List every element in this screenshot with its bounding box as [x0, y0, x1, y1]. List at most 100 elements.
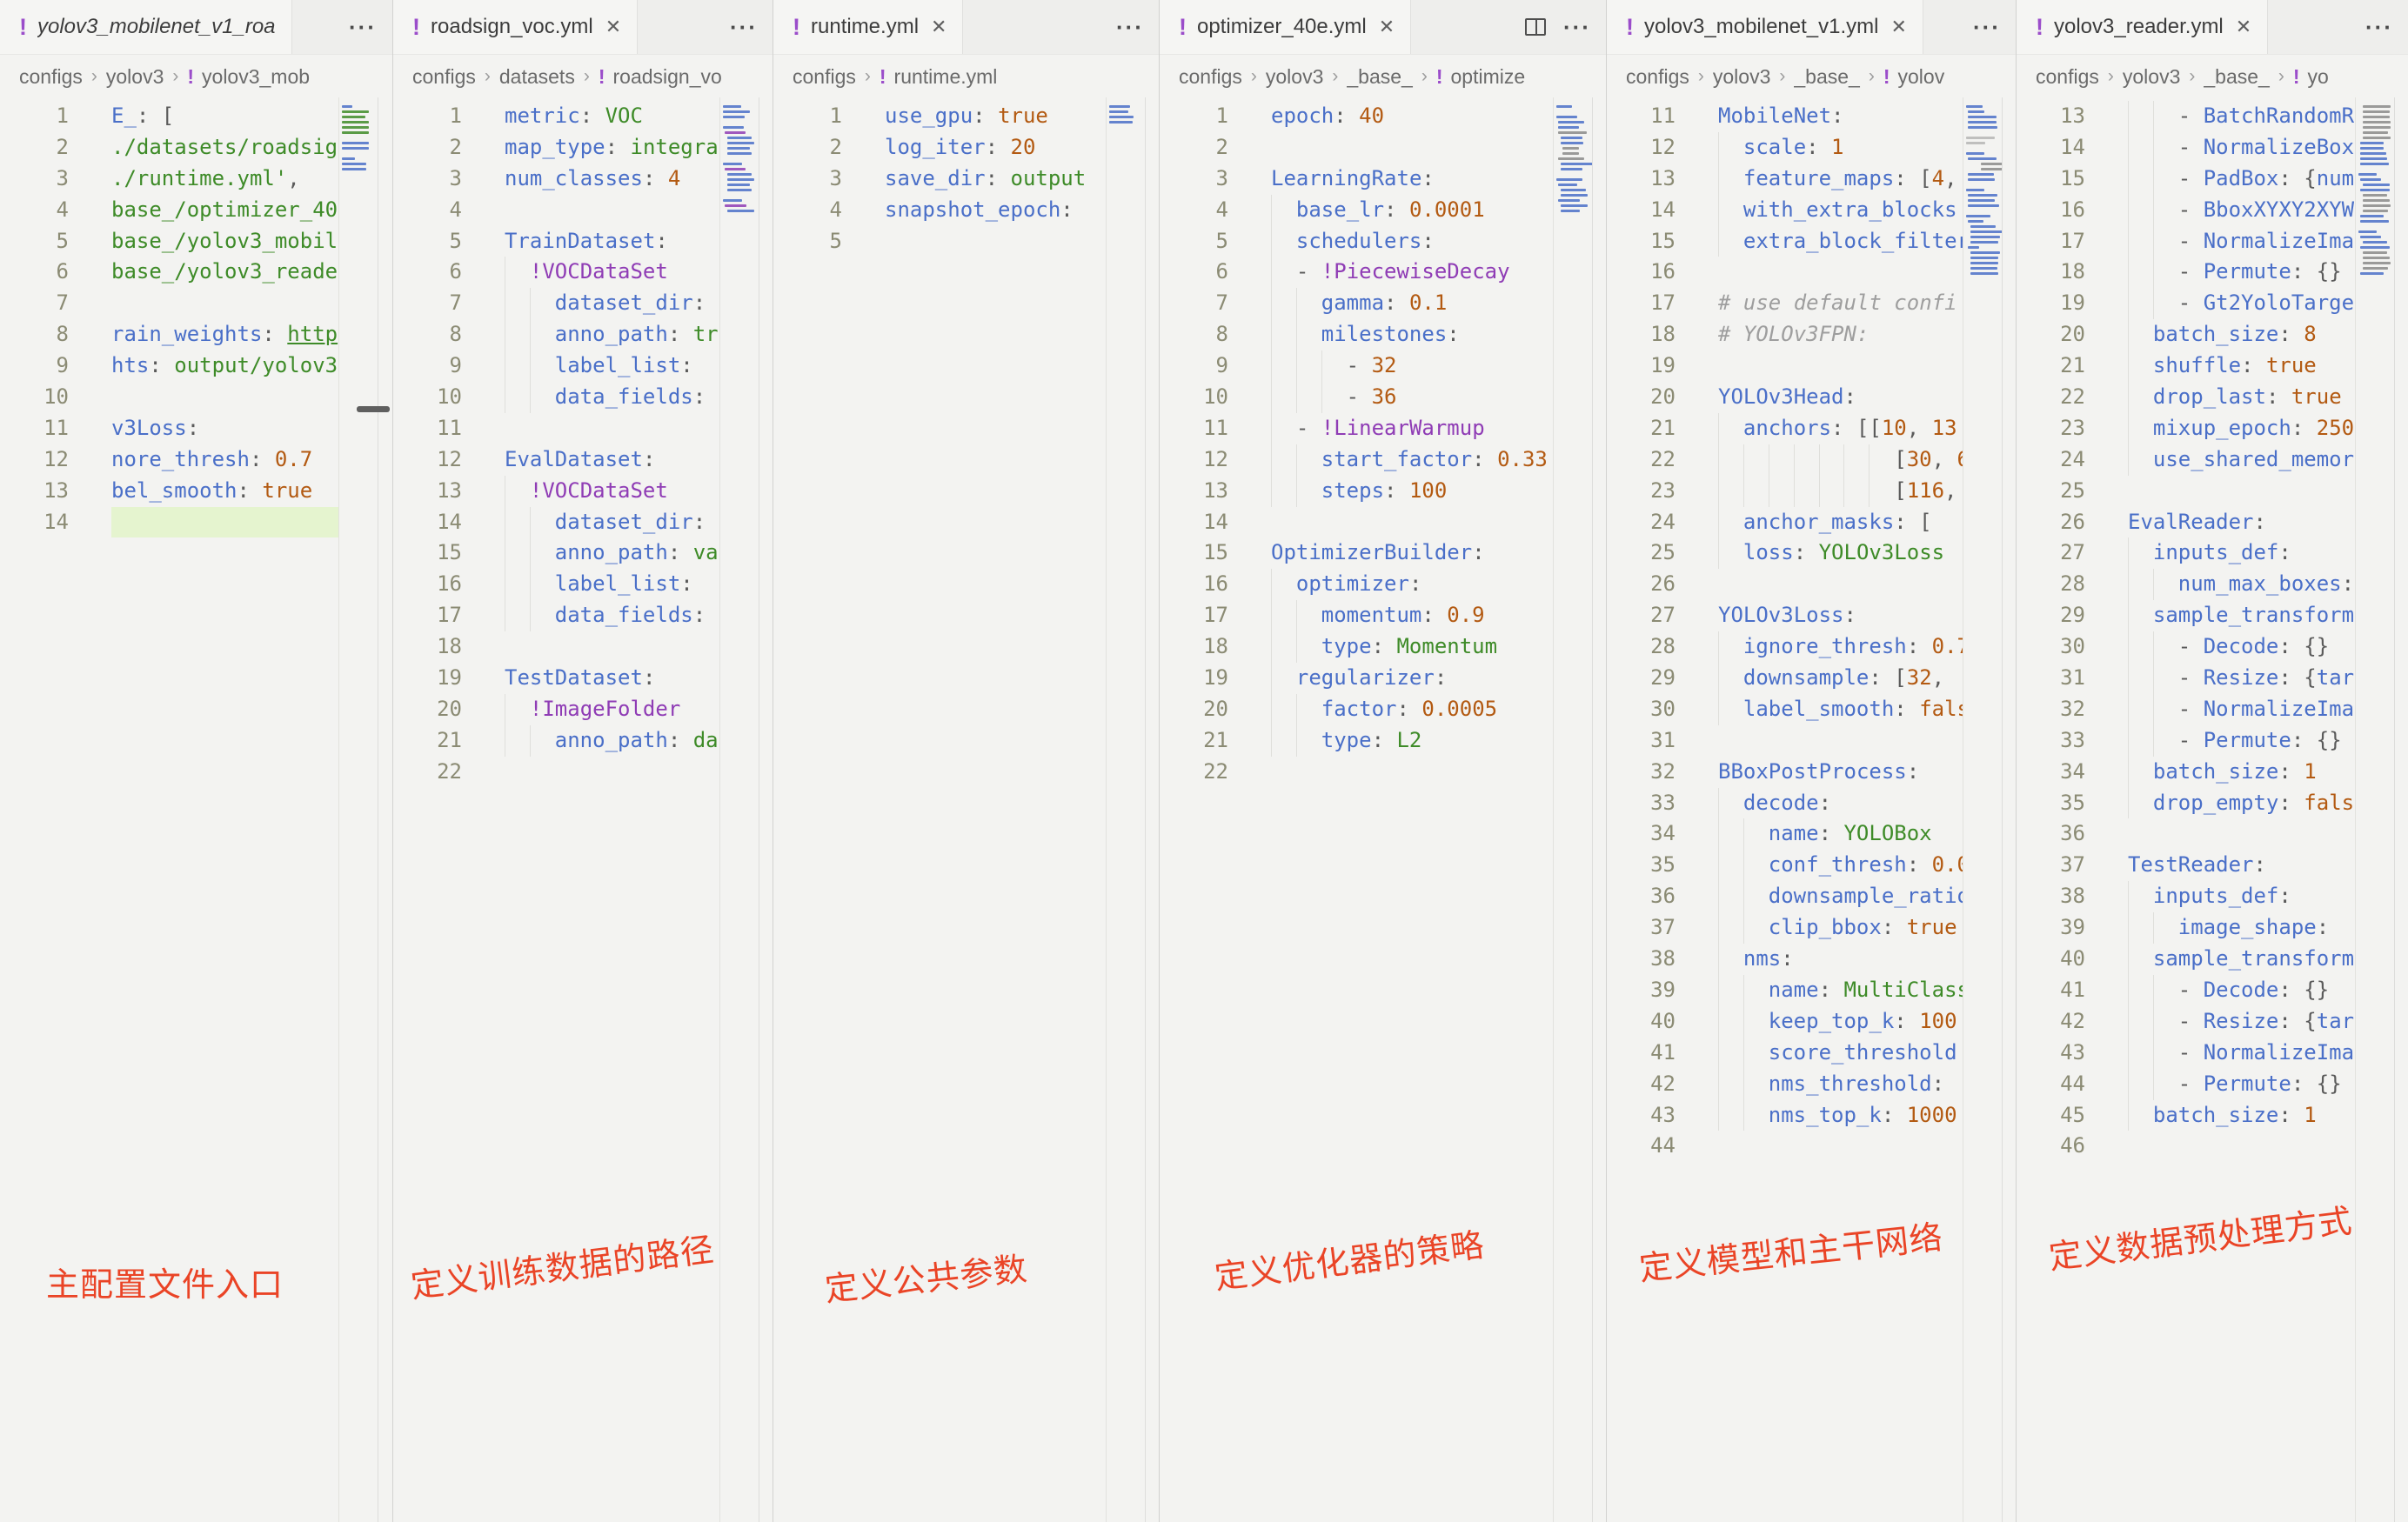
- code-line[interactable]: 40sample_transforms:: [2017, 944, 2355, 975]
- minimap[interactable]: [338, 97, 378, 1522]
- code-line[interactable]: 14dataset_dir:: [393, 507, 719, 538]
- code-line[interactable]: 26: [1607, 569, 1963, 600]
- code-line[interactable]: 12EvalDataset:: [393, 444, 719, 476]
- breadcrumb-item[interactable]: datasets: [499, 65, 575, 89]
- breadcrumb[interactable]: configs›yolov3›_base_›!optimize: [1160, 55, 1607, 98]
- code-line[interactable]: 22: [1160, 757, 1553, 788]
- code-line[interactable]: 6- !PiecewiseDecay: [1160, 257, 1553, 288]
- code-line[interactable]: 25: [2017, 476, 2355, 507]
- code-line[interactable]: 27YOLOv3Loss:: [1607, 600, 1963, 631]
- more-actions-icon[interactable]: ···: [1563, 14, 1591, 41]
- code-line[interactable]: 28ignore_thresh: 0.7: [1607, 631, 1963, 663]
- code-line[interactable]: 21type: L2: [1160, 725, 1553, 757]
- code-line[interactable]: 43- NormalizeImag: [2017, 1038, 2355, 1069]
- code-line[interactable]: 41- Decode: {}: [2017, 975, 2355, 1006]
- minimap[interactable]: [1553, 97, 1592, 1522]
- code-line[interactable]: 19TestDataset:: [393, 663, 719, 694]
- code-line[interactable]: 14- NormalizeBox: [2017, 132, 2355, 164]
- code-line[interactable]: 9- 32: [1160, 350, 1553, 382]
- code-line[interactable]: 5base_/yolov3_mobil: [0, 226, 338, 257]
- close-icon[interactable]: ✕: [931, 16, 946, 38]
- code-line[interactable]: 16optimizer:: [1160, 569, 1553, 600]
- code-line[interactable]: 14: [0, 507, 338, 538]
- code-line[interactable]: 31: [1607, 725, 1963, 757]
- breadcrumb-item[interactable]: yolov3: [2123, 65, 2180, 89]
- code-line[interactable]: 4base_lr: 0.0001: [1160, 195, 1553, 226]
- code-line[interactable]: 29downsample: [32,: [1607, 663, 1963, 694]
- code-line[interactable]: 18type: Momentum: [1160, 631, 1553, 663]
- tab[interactable]: ! optimizer_40e.yml ✕: [1160, 0, 1411, 54]
- code-line[interactable]: 11v3Loss:: [0, 413, 338, 444]
- code-line[interactable]: 20factor: 0.0005: [1160, 694, 1553, 725]
- code-editor[interactable]: 13- BatchRandomRe14- NormalizeBox15- Pad…: [2017, 97, 2355, 1522]
- breadcrumb[interactable]: configs›yolov3›!yolov3_mob: [0, 55, 392, 98]
- code-line[interactable]: 17- NormalizeImag: [2017, 226, 2355, 257]
- code-line[interactable]: 20!ImageFolder: [393, 694, 719, 725]
- code-line[interactable]: 24use_shared_memory: [2017, 444, 2355, 476]
- code-line[interactable]: 16- BboxXYXY2XYWH: [2017, 195, 2355, 226]
- more-actions-icon[interactable]: ···: [349, 14, 377, 41]
- breadcrumb-file[interactable]: yo: [2308, 65, 2329, 89]
- code-line[interactable]: 17# use default confi: [1607, 288, 1963, 319]
- code-line[interactable]: 30label_smooth: false: [1607, 694, 1963, 725]
- code-line[interactable]: 33decode:: [1607, 788, 1963, 819]
- scrollbar[interactable]: [2002, 97, 2017, 1522]
- code-line[interactable]: 39image_shape:: [2017, 912, 2355, 944]
- more-actions-icon[interactable]: ···: [1973, 14, 2001, 41]
- code-line[interactable]: 38nms:: [1607, 944, 1963, 975]
- code-line[interactable]: 15extra_block_filter: [1607, 226, 1963, 257]
- close-icon[interactable]: ✕: [1890, 16, 1906, 38]
- code-line[interactable]: 21shuffle: true: [2017, 350, 2355, 382]
- code-line[interactable]: 13- BatchRandomRe: [2017, 101, 2355, 132]
- code-line[interactable]: 5schedulers:: [1160, 226, 1553, 257]
- code-line[interactable]: 22[30, 61: [1607, 444, 1963, 476]
- code-line[interactable]: 34name: YOLOBox: [1607, 818, 1963, 850]
- breadcrumb-item[interactable]: yolov3: [1266, 65, 1323, 89]
- code-line[interactable]: 2./datasets/roadsig: [0, 132, 338, 164]
- code-line[interactable]: 33- Permute: {}: [2017, 725, 2355, 757]
- code-line[interactable]: 7: [0, 288, 338, 319]
- scrollbar[interactable]: [2394, 97, 2408, 1522]
- code-line[interactable]: 12scale: 1: [1607, 132, 1963, 164]
- code-line[interactable]: 11: [393, 413, 719, 444]
- code-line[interactable]: 6!VOCDataSet: [393, 257, 719, 288]
- code-line[interactable]: 45batch_size: 1: [2017, 1100, 2355, 1131]
- code-line[interactable]: 11- !LinearWarmup: [1160, 413, 1553, 444]
- code-line[interactable]: 1E_: [: [0, 101, 338, 132]
- tab[interactable]: ! roadsign_voc.yml ✕: [393, 0, 638, 54]
- more-actions-icon[interactable]: ···: [1116, 14, 1144, 41]
- code-line[interactable]: 15OptimizerBuilder:: [1160, 537, 1553, 569]
- tab[interactable]: ! runtime.yml ✕: [773, 0, 963, 54]
- code-line[interactable]: 10data_fields:: [393, 382, 719, 413]
- code-line[interactable]: 2map_type: integral: [393, 132, 719, 164]
- breadcrumb[interactable]: configs›yolov3›_base_›!yo: [2017, 55, 2408, 98]
- code-editor[interactable]: 1epoch: 4023LearningRate:4base_lr: 0.000…: [1160, 97, 1553, 1522]
- pane-resize-handle[interactable]: [357, 406, 390, 412]
- code-line[interactable]: 34batch_size: 1: [2017, 757, 2355, 788]
- code-line[interactable]: 38inputs_def:: [2017, 881, 2355, 912]
- code-line[interactable]: 36downsample_ratio: [1607, 881, 1963, 912]
- code-line[interactable]: 23mixup_epoch: 250: [2017, 413, 2355, 444]
- code-line[interactable]: 26EvalReader:: [2017, 507, 2355, 538]
- code-line[interactable]: 25loss: YOLOv3Loss: [1607, 537, 1963, 569]
- code-line[interactable]: 39name: MultiClass: [1607, 975, 1963, 1006]
- code-line[interactable]: 12nore_thresh: 0.7: [0, 444, 338, 476]
- code-line[interactable]: 40keep_top_k: 100: [1607, 1006, 1963, 1038]
- code-line[interactable]: 32- NormalizeImag: [2017, 694, 2355, 725]
- code-line[interactable]: 13steps: 100: [1160, 476, 1553, 507]
- code-line[interactable]: 1use_gpu: true: [773, 101, 1106, 132]
- breadcrumb-item[interactable]: _base_: [2204, 65, 2269, 89]
- close-icon[interactable]: ✕: [605, 16, 621, 38]
- code-line[interactable]: 3save_dir: output: [773, 164, 1106, 195]
- code-line[interactable]: 35conf_thresh: 0.005: [1607, 850, 1963, 881]
- minimap[interactable]: [719, 97, 759, 1522]
- breadcrumb-item[interactable]: yolov3: [106, 65, 164, 89]
- code-line[interactable]: 21anchors: [[10, 13: [1607, 413, 1963, 444]
- code-line[interactable]: 20batch_size: 8: [2017, 319, 2355, 350]
- code-line[interactable]: 22: [393, 757, 719, 788]
- more-actions-icon[interactable]: ···: [2365, 14, 2393, 41]
- code-line[interactable]: 18# YOLOv3FPN:: [1607, 319, 1963, 350]
- code-line[interactable]: 8anno_path: tra: [393, 319, 719, 350]
- code-line[interactable]: 13feature_maps: [4,: [1607, 164, 1963, 195]
- code-line[interactable]: 31- Resize: {tar: [2017, 663, 2355, 694]
